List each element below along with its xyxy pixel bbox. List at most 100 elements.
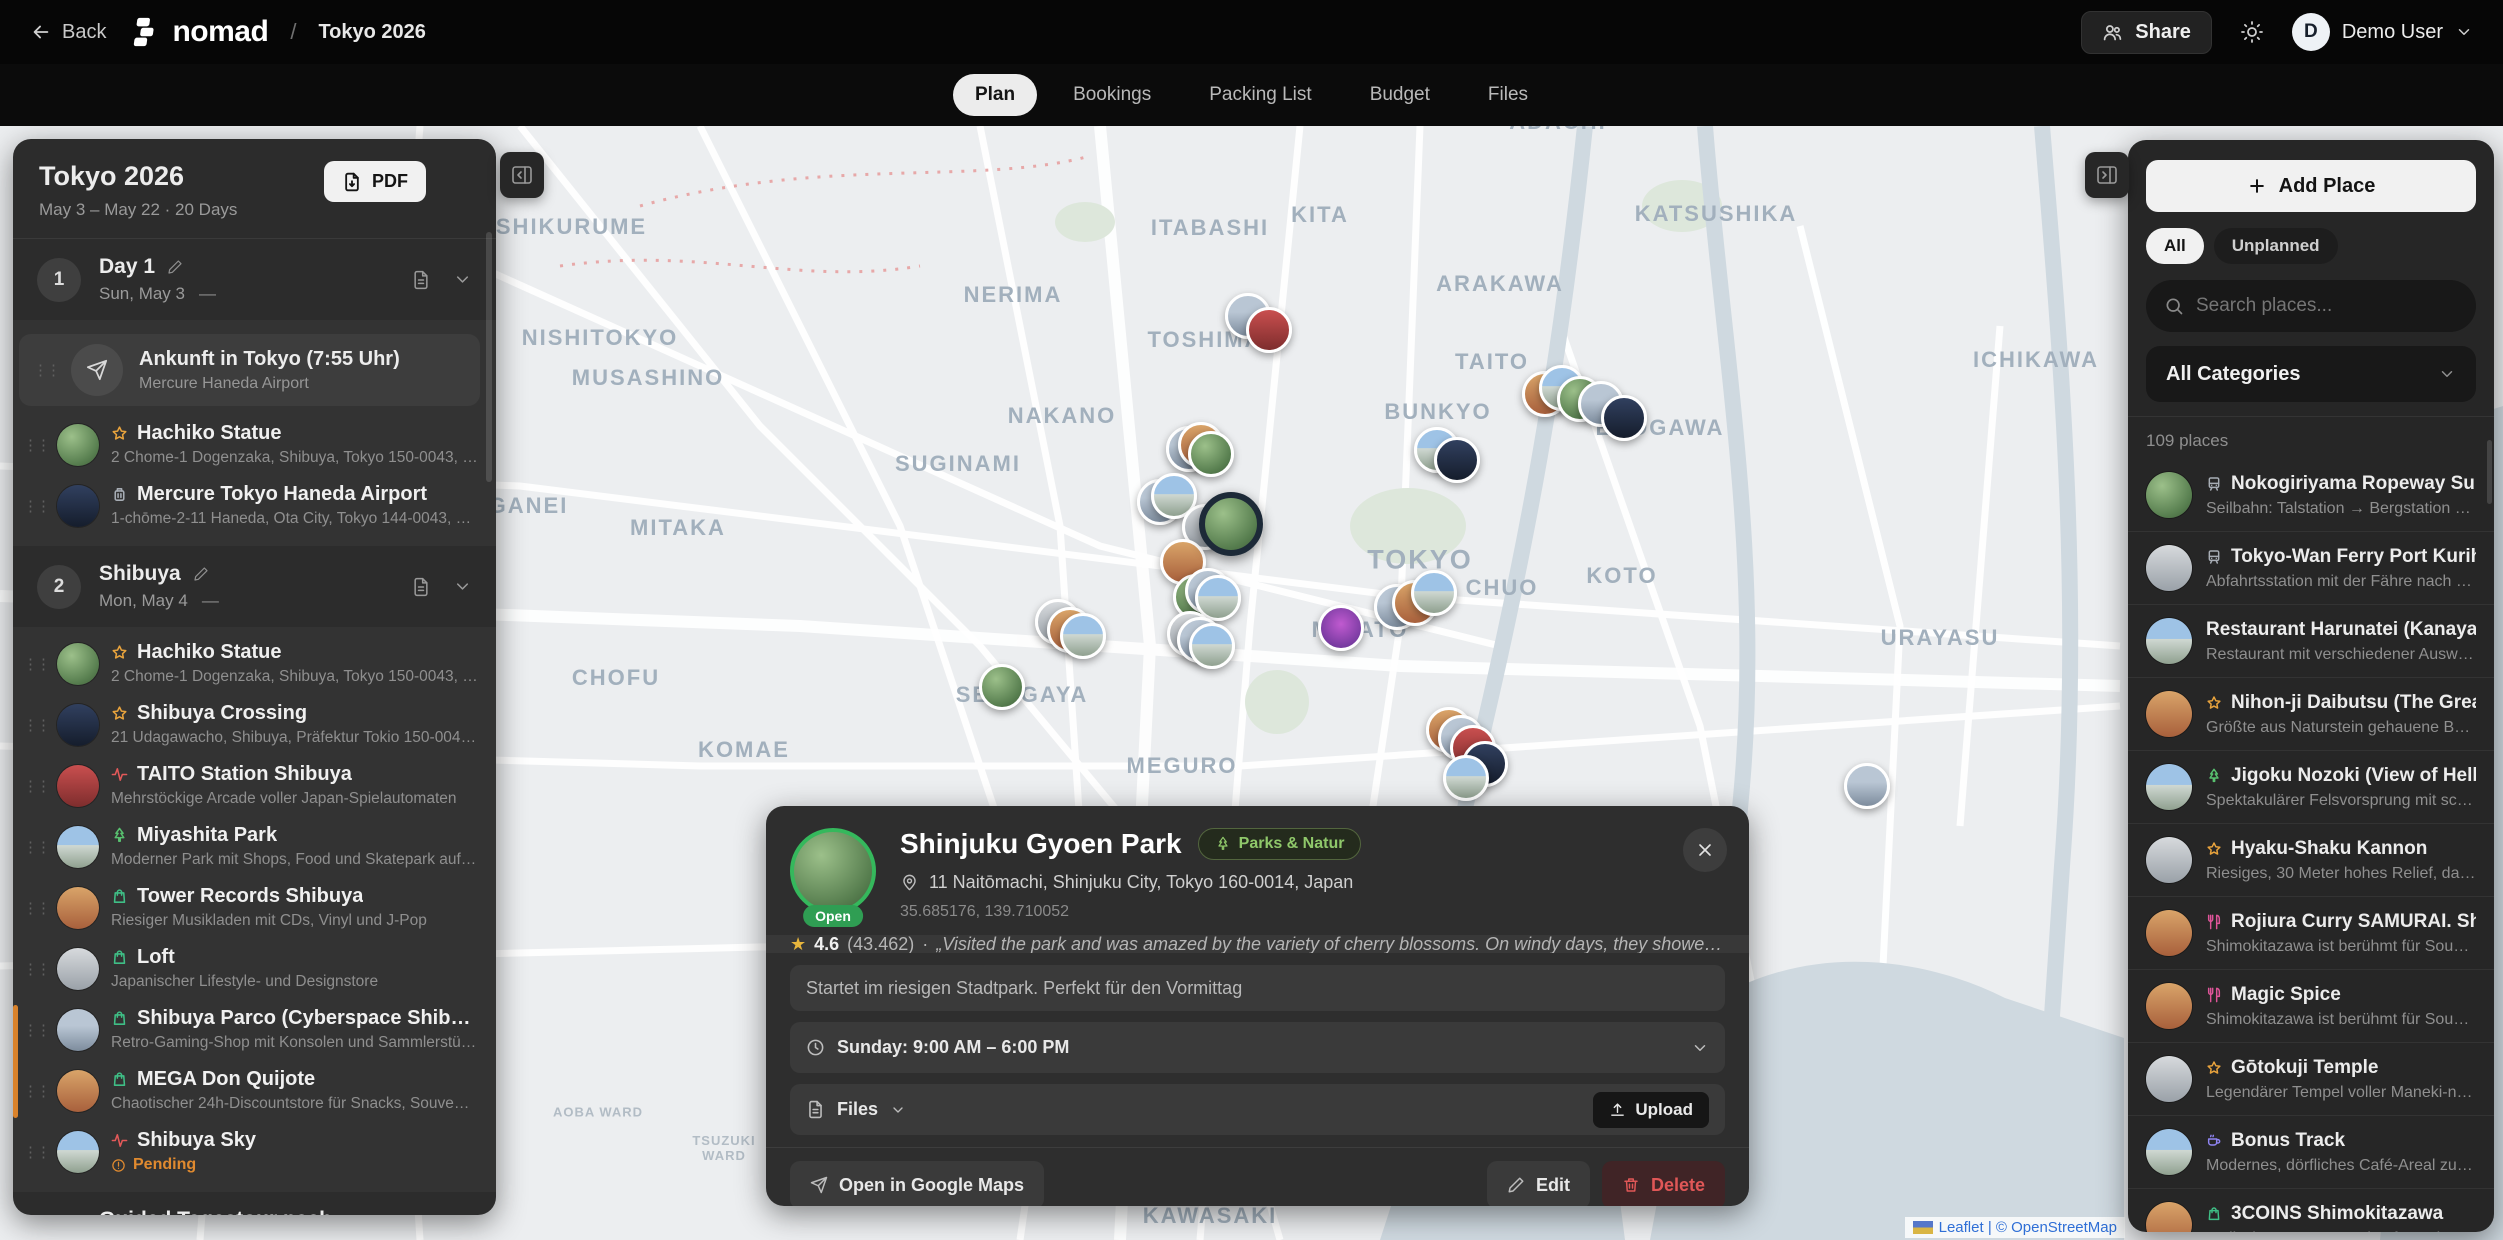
add-place-button[interactable]: Add Place (2146, 160, 2476, 212)
map-marker[interactable] (1318, 605, 1364, 651)
drag-handle[interactable]: ⋮⋮ (23, 838, 45, 856)
opening-hours-row[interactable]: Sunday: 9:00 AM – 6:00 PM (790, 1022, 1725, 1073)
event-item[interactable]: ⋮⋮Ankunft in Tokyo (7:55 Uhr)Mercure Han… (19, 334, 480, 406)
place-thumbnail (57, 826, 99, 868)
map-marker-selected[interactable] (1199, 492, 1263, 556)
category-select[interactable]: All Categories (2146, 346, 2476, 402)
drag-handle[interactable]: ⋮⋮ (23, 1021, 45, 1039)
map-marker[interactable] (1246, 307, 1292, 353)
drag-handle[interactable]: ⋮⋮ (23, 716, 45, 734)
chevron-down-icon[interactable] (453, 270, 472, 289)
drag-handle[interactable]: ⋮⋮ (23, 436, 45, 454)
open-google-maps-button[interactable]: Open in Google Maps (790, 1161, 1044, 1206)
itinerary-place-row[interactable]: ⋮⋮MEGA Don QuijoteChaotischer 24h-Discou… (13, 1060, 496, 1121)
files-row[interactable]: Files Upload (790, 1084, 1725, 1135)
day-header[interactable]: 2ShibuyaMon, May 4— (13, 546, 496, 627)
place-thumbnail (2146, 910, 2192, 956)
drag-handle[interactable]: ⋮⋮ (23, 497, 45, 515)
itinerary-place-row[interactable]: ⋮⋮LoftJapanischer Lifestyle- und Designs… (13, 938, 496, 999)
map-marker[interactable] (1844, 763, 1890, 809)
left-scrollbar[interactable] (486, 232, 492, 482)
upload-button[interactable]: Upload (1593, 1092, 1709, 1128)
drag-handle[interactable]: ⋮⋮ (23, 960, 45, 978)
place-list-item[interactable]: Magic SpiceShimokitazawa ist berühmt für… (2128, 970, 2494, 1043)
map-marker[interactable] (979, 664, 1025, 710)
place-row-title: Loft (111, 946, 478, 969)
filter-pill-unplanned[interactable]: Unplanned (2214, 228, 2338, 264)
drag-handle[interactable]: ⋮⋮ (23, 777, 45, 795)
place-thumbnail (2146, 545, 2192, 591)
day-header[interactable]: 3Guided Tagestour nach NikkōTue, May 5— (13, 1192, 496, 1215)
tab-plan[interactable]: Plan (953, 74, 1037, 116)
itinerary-place-row[interactable]: ⋮⋮Tower Records ShibuyaRiesiger Musiklad… (13, 877, 496, 938)
bag-icon (2206, 1206, 2222, 1222)
place-row-subtitle: Chaotischer 24h-Discountstore für Snacks… (111, 1095, 478, 1113)
itinerary-place-row[interactable]: ⋮⋮Hachiko Statue2 Chome-1 Dogenzaka, Shi… (13, 633, 496, 694)
map-marker[interactable] (1443, 755, 1489, 801)
place-list-item[interactable]: Gōtokuji TempleLegendärer Tempel voller … (2128, 1043, 2494, 1116)
map-marker[interactable] (1601, 395, 1647, 441)
itinerary-place-row[interactable]: ⋮⋮Mercure Tokyo Haneda Airport1-chōme-2-… (13, 475, 496, 536)
tab-packing-list[interactable]: Packing List (1187, 74, 1333, 116)
place-row-title: TAITO Station Shibuya (111, 763, 478, 786)
place-list-item[interactable]: Restaurant Harunatei (Kanaya Po…Restaura… (2128, 605, 2494, 678)
theme-toggle-sun-icon[interactable] (2240, 20, 2264, 44)
search-input[interactable] (2196, 295, 2458, 317)
day-header[interactable]: 1Day 1Sun, May 3— (13, 239, 496, 320)
map-marker[interactable] (1060, 613, 1106, 659)
drag-handle[interactable]: ⋮⋮ (23, 655, 45, 673)
pencil-icon[interactable] (167, 259, 183, 275)
map-district-label: AOBA WARD (553, 1105, 643, 1120)
attribution-text[interactable]: Leaflet | © OpenStreetMap (1939, 1219, 2117, 1236)
drag-handle[interactable]: ⋮⋮ (23, 1082, 45, 1100)
place-row-subtitle: Moderner Park mit Shops, Food und Skatep… (111, 851, 478, 869)
drag-handle[interactable]: ⋮⋮ (33, 361, 55, 379)
place-list-item[interactable]: Nokogiriyama Ropeway Sum…Seilbahn: Talst… (2128, 459, 2494, 532)
map-marker[interactable] (1411, 570, 1457, 616)
map-attribution[interactable]: Leaflet | © OpenStreetMap (1905, 1217, 2125, 1238)
itinerary-place-row[interactable]: ⋮⋮TAITO Station ShibuyaMehrstöckige Arca… (13, 755, 496, 816)
itinerary-place-row[interactable]: ⋮⋮Shibuya Crossing21 Udagawacho, Shibuya… (13, 694, 496, 755)
collapse-left-panel-button[interactable] (500, 152, 544, 198)
chevron-down-icon[interactable] (453, 577, 472, 596)
ukraine-flag-icon (1913, 1221, 1933, 1234)
map-marker[interactable] (1189, 623, 1235, 669)
place-list-item[interactable]: Nihon-ji Daibutsu (The Great …Größte aus… (2128, 678, 2494, 751)
day-notes-icon[interactable] (411, 270, 431, 290)
share-button[interactable]: Share (2081, 11, 2212, 54)
itinerary-place-row[interactable]: ⋮⋮Hachiko Statue2 Chome-1 Dogenzaka, Shi… (13, 414, 496, 475)
user-menu[interactable]: D Demo User (2292, 13, 2473, 51)
tab-files[interactable]: Files (1466, 74, 1550, 116)
place-list-item[interactable]: 3COINS ShimokitazawaStylischer 300-Yen-L… (2128, 1189, 2494, 1232)
tab-bookings[interactable]: Bookings (1051, 74, 1173, 116)
right-scrollbar[interactable] (2487, 440, 2492, 504)
pencil-icon[interactable] (193, 566, 209, 582)
drag-handle[interactable]: ⋮⋮ (23, 1143, 45, 1161)
filter-pill-all[interactable]: All (2146, 228, 2204, 264)
day-title: Guided Tagestour nach Nikkō (99, 1208, 393, 1215)
export-pdf-button[interactable]: PDF (324, 161, 426, 202)
place-list-item[interactable]: Hyaku-Shaku KannonRiesiges, 30 Meter hoh… (2128, 824, 2494, 897)
brand-logo[interactable]: nomad (128, 15, 268, 49)
back-button[interactable]: Back (30, 21, 106, 44)
drag-handle[interactable]: ⋮⋮ (23, 899, 45, 917)
itinerary-place-row[interactable]: ⋮⋮Shibuya Parco (Cyberspace Shibuya)Retr… (13, 999, 496, 1060)
itinerary-place-row[interactable]: ⋮⋮Shibuya SkyPending (13, 1121, 496, 1182)
day-notes-icon[interactable] (411, 577, 431, 597)
itinerary-place-row[interactable]: ⋮⋮Miyashita ParkModerner Park mit Shops,… (13, 816, 496, 877)
map-district-label: KITA (1291, 202, 1349, 228)
delete-button[interactable]: Delete (1602, 1161, 1725, 1206)
edit-button[interactable]: Edit (1487, 1161, 1590, 1206)
place-list-item[interactable]: Bonus TrackModernes, dörfliches Café-Are… (2128, 1116, 2494, 1189)
map-district-label: CHUO (1466, 575, 1539, 601)
place-list-item[interactable]: Jigoku Nozoki (View of Hell)Spektakuläre… (2128, 751, 2494, 824)
close-button[interactable] (1683, 828, 1727, 872)
collapse-right-panel-button[interactable] (2085, 152, 2129, 198)
map-marker[interactable] (1434, 437, 1480, 483)
place-list-subtitle: Shimokitazawa ist berühmt für Soup Curry (2206, 1011, 2476, 1029)
place-list-item[interactable]: Tokyo-Wan Ferry Port Kuriha…Abfahrtsstat… (2128, 532, 2494, 605)
note-input[interactable] (790, 965, 1725, 1011)
tab-budget[interactable]: Budget (1348, 74, 1452, 116)
place-list-item[interactable]: Rojiura Curry SAMURAI. Shim…Shimokitazaw… (2128, 897, 2494, 970)
map-marker[interactable] (1188, 431, 1234, 477)
